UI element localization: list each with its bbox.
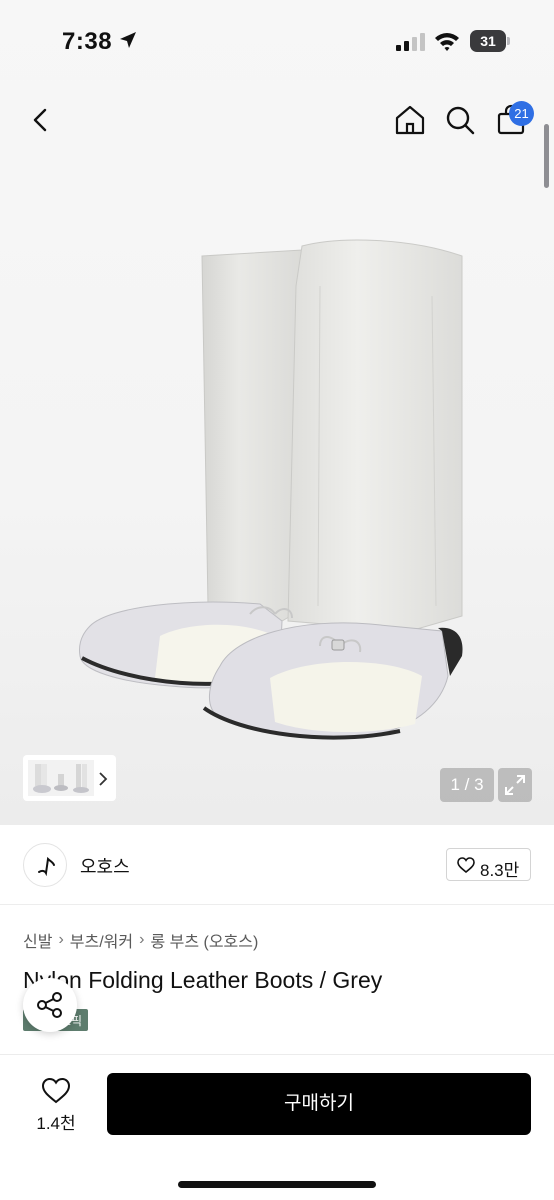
- brand-logo-mark: [38, 856, 55, 877]
- brand-logo[interactable]: [23, 843, 67, 887]
- product-image[interactable]: [70, 226, 480, 756]
- brand-name[interactable]: 오호스: [80, 853, 130, 879]
- product-image-area[interactable]: 7:38 31 21 1 / 3: [0, 0, 554, 825]
- back-icon[interactable]: [24, 102, 60, 138]
- divider: [0, 1054, 554, 1055]
- chevron-right-icon: ›: [58, 931, 64, 948]
- status-time: 7:38: [62, 28, 113, 55]
- breadcrumb-item[interactable]: 신발: [23, 928, 52, 952]
- cart-count-badge: 21: [509, 101, 534, 126]
- share-icon: [37, 992, 62, 1018]
- breadcrumb-item[interactable]: 롱 부츠 (오호스): [150, 928, 258, 952]
- breadcrumb: 신발 › 부츠/워커 › 롱 부츠 (오호스): [23, 929, 258, 951]
- wifi-icon: [435, 33, 459, 51]
- wishlist-count: 1.4천: [36, 1114, 76, 1133]
- brand-row[interactable]: 오호스 8.3만: [0, 825, 554, 905]
- thumbnail-strip[interactable]: [23, 755, 116, 801]
- brand-like-count: 8.3만: [480, 861, 520, 880]
- chevron-right-icon[interactable]: [96, 770, 110, 788]
- heart-icon: [41, 1077, 71, 1104]
- wishlist-button[interactable]: 1.4천: [30, 1075, 82, 1135]
- status-bar: 7:38 31: [0, 0, 554, 84]
- expand-icon[interactable]: [498, 768, 532, 802]
- buy-button[interactable]: 구매하기: [107, 1073, 531, 1135]
- breadcrumb-item[interactable]: 부츠/워커: [70, 928, 133, 952]
- heart-icon: [457, 857, 475, 873]
- cellular-signal-icon: [396, 33, 425, 51]
- share-button[interactable]: [23, 978, 77, 1032]
- brand-like-button[interactable]: 8.3만: [446, 848, 531, 881]
- thumbnail-image[interactable]: [28, 760, 94, 796]
- battery-icon: 31: [470, 30, 510, 52]
- chevron-right-icon: ›: [139, 931, 145, 948]
- search-icon[interactable]: [442, 102, 478, 138]
- home-icon[interactable]: [392, 102, 428, 138]
- product-title: Nylon Folding Leather Boots / Grey: [23, 967, 383, 993]
- location-arrow-icon: [120, 32, 136, 48]
- image-pager: 1 / 3: [440, 768, 494, 802]
- scroll-indicator: [544, 124, 549, 188]
- home-indicator: [178, 1181, 376, 1188]
